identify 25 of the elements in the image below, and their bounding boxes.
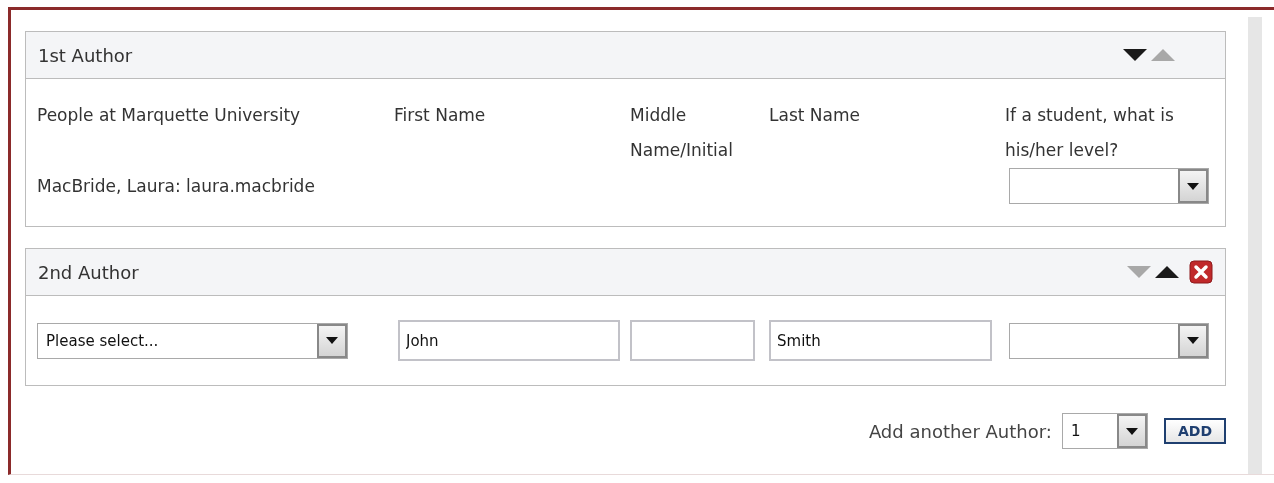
first-name-field[interactable]: John [398, 320, 620, 361]
person-name: MacBride, Laura: laura.macbride [37, 174, 316, 198]
close-icon[interactable] [1189, 260, 1213, 284]
caret-icon [326, 337, 338, 344]
panel-title: 2nd Author [38, 261, 139, 283]
column-header: If a student, what is his/her level? [1005, 104, 1175, 162]
panel-title: 1st Author [38, 44, 133, 66]
column-header: First Name [394, 104, 487, 127]
select-field[interactable]: 1 [1061, 413, 1148, 449]
caret-icon [1125, 427, 1138, 435]
column-header: Last Name [769, 104, 861, 127]
middle-name-field[interactable] [630, 320, 755, 361]
add-button[interactable]: ADD [1163, 418, 1226, 444]
caret-icon [1187, 182, 1199, 190]
scrollbar[interactable] [1248, 17, 1262, 474]
select-field[interactable]: Please select... [37, 322, 348, 359]
select-field[interactable] [1009, 322, 1209, 359]
move-up-icon[interactable] [1155, 266, 1179, 278]
last-name-field[interactable]: Smith [769, 320, 992, 361]
add-author-label: Add another Author: [868, 420, 1052, 442]
move-down-icon[interactable] [1123, 49, 1147, 61]
column-header: People at Marquette University [37, 104, 302, 127]
caret-icon [1187, 337, 1199, 344]
select-field[interactable] [1009, 168, 1209, 204]
column-header: Middle Name/Initial [630, 104, 734, 162]
